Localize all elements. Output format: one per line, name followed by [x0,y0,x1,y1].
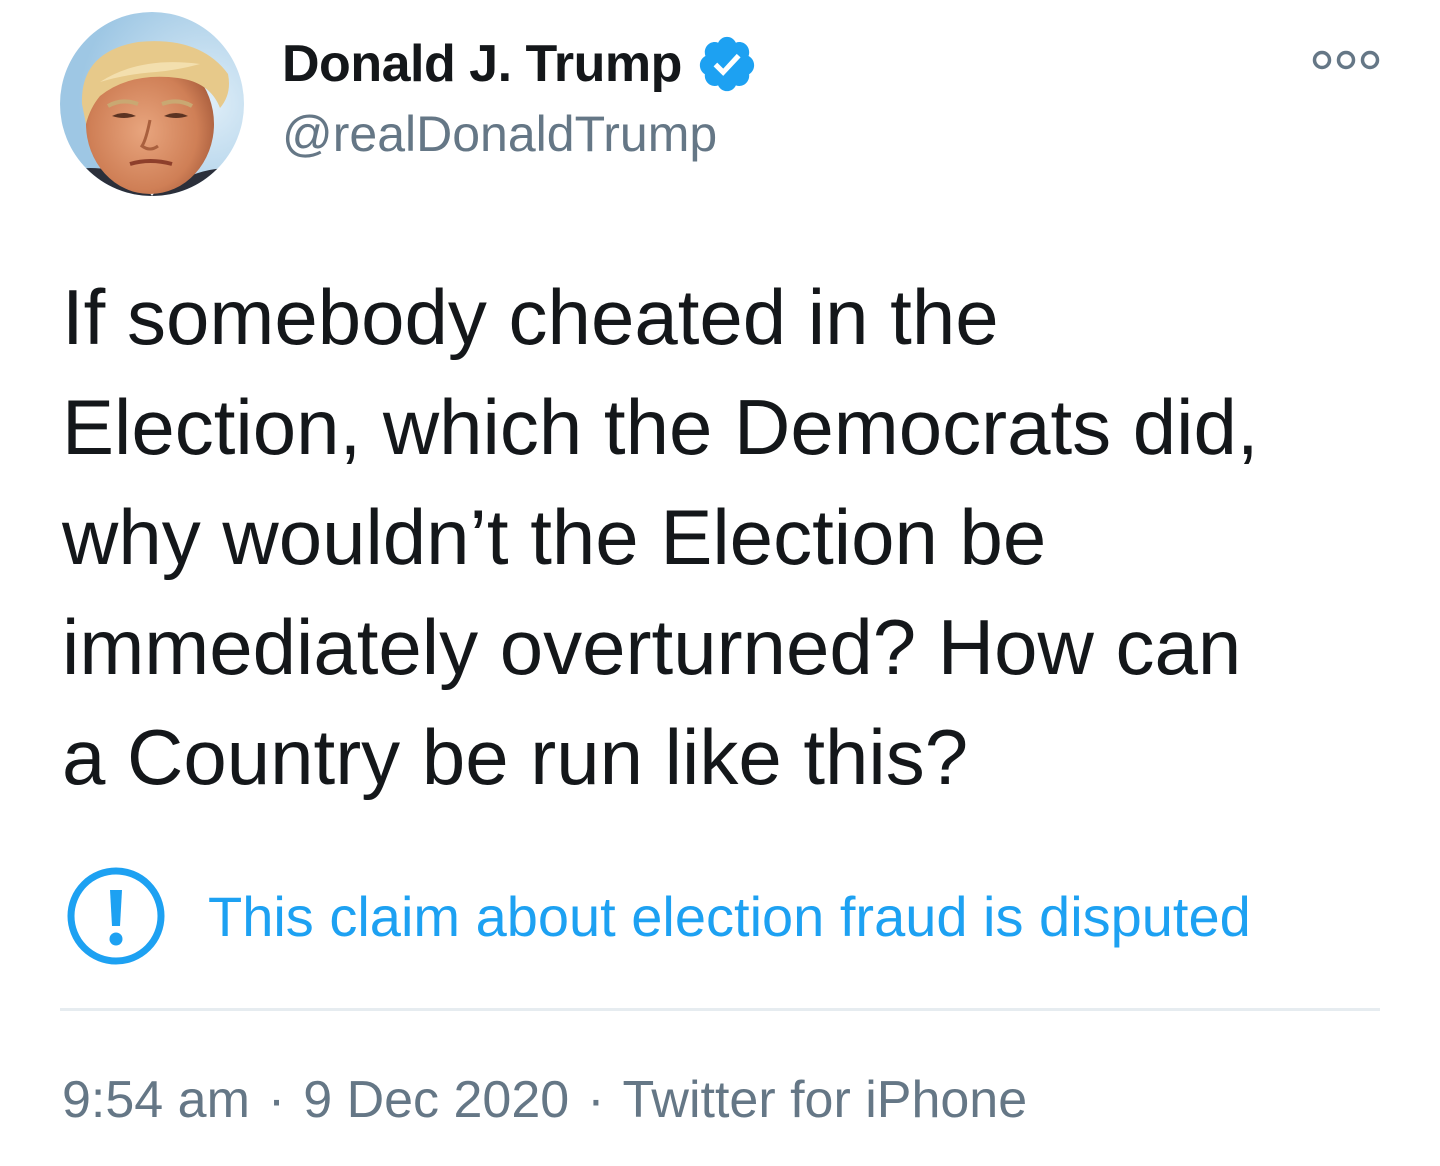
tweet-date[interactable]: 9 Dec 2020 [303,1071,569,1129]
exclamation-circle-icon [67,867,165,965]
disputed-claim-notice[interactable]: This claim about election fraud is dispu… [66,866,1251,966]
tweet-text: If somebody cheated in the Election, whi… [62,273,1259,801]
avatar[interactable] [60,12,244,196]
tweet-time[interactable]: 9:54 am [62,1071,250,1129]
author-handle[interactable]: @realDonaldTrump [282,105,717,163]
tweet-metadata: 9:54 am · 9 Dec 2020 · Twitter for iPhone [62,1070,1027,1130]
author-name-row[interactable]: Donald J. Trump [282,28,758,100]
meta-separator: · [267,1071,286,1129]
divider [60,1008,1380,1011]
meta-separator: · [587,1071,605,1129]
verified-badge-icon [696,33,758,95]
more-options-icon[interactable] [1310,42,1382,78]
disputed-claim-link[interactable]: This claim about election fraud is dispu… [208,884,1251,949]
display-name[interactable]: Donald J. Trump [282,34,682,94]
tweet-source[interactable]: Twitter for iPhone [623,1071,1028,1129]
profile-photo [60,12,244,196]
